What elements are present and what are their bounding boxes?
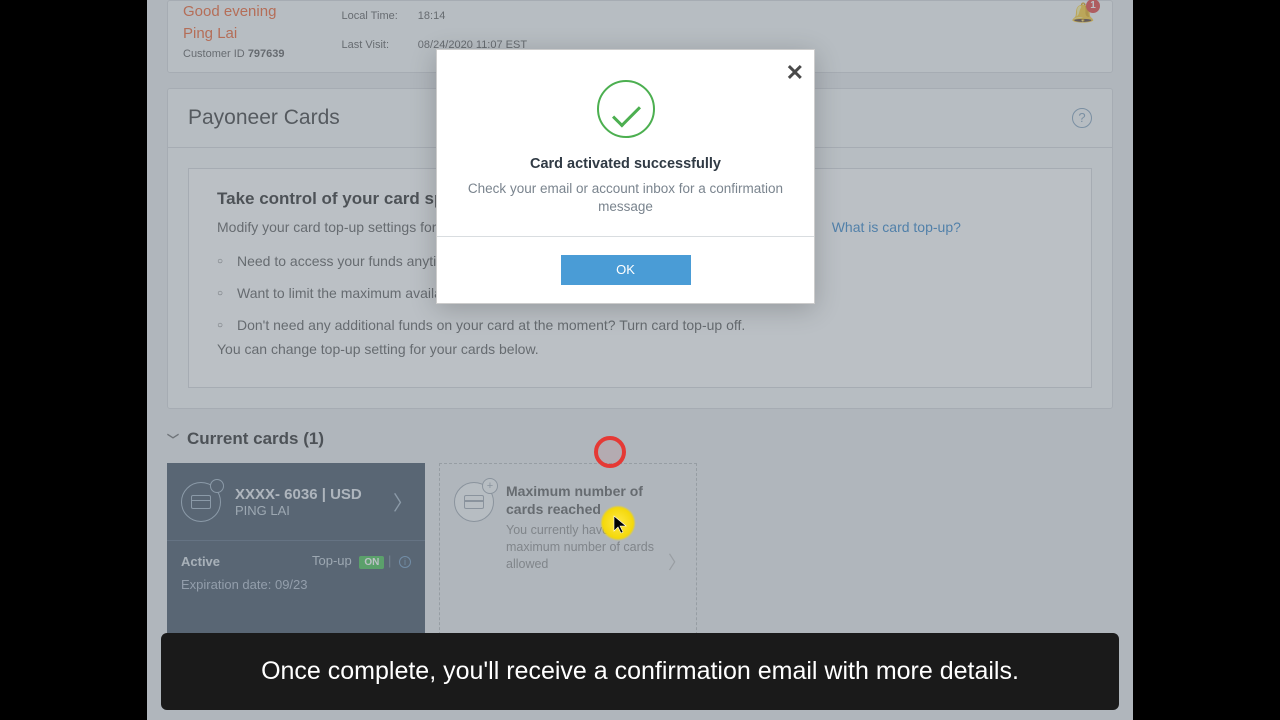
success-check-icon (597, 80, 655, 138)
cursor-highlight-icon (600, 505, 636, 541)
modal-title: Card activated successfully (457, 156, 794, 172)
ok-button[interactable]: OK (561, 255, 691, 285)
close-button[interactable]: ✕ (786, 60, 804, 86)
annotation-highlight-icon (594, 436, 626, 468)
video-caption: Once complete, you'll receive a confirma… (161, 633, 1119, 710)
activation-modal: ✕ Card activated successfully Check your… (436, 49, 815, 304)
modal-text: Check your email or account inbox for a … (457, 180, 794, 216)
